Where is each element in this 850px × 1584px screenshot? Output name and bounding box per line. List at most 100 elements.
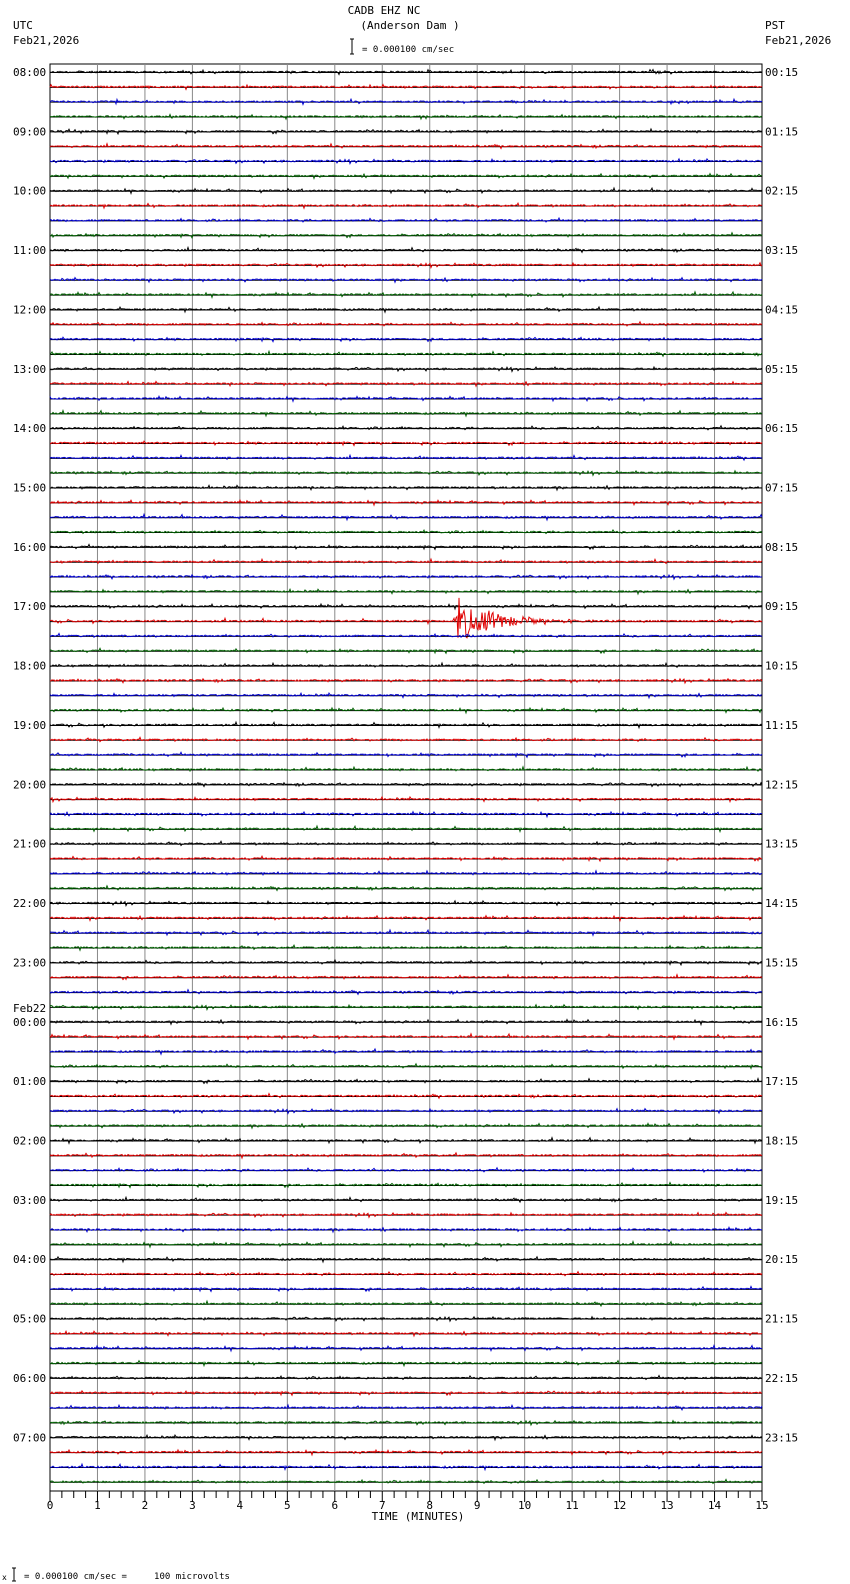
seismic-trace (49, 1403, 763, 1411)
seismic-trace (49, 988, 763, 996)
scale-bar-icon (350, 38, 354, 55)
pst-hour-label: 17:15 (765, 1075, 798, 1088)
left-date: Feb21,2026 (13, 34, 79, 47)
seismic-trace (49, 1062, 763, 1070)
seismic-trace (49, 1136, 763, 1145)
traces (49, 68, 763, 1485)
right-timezone: PST (765, 19, 785, 32)
pst-hour-label: 05:15 (765, 363, 798, 376)
seismic-trace (49, 1003, 763, 1011)
plot-frame (49, 63, 763, 1492)
pst-hour-label: 13:15 (765, 838, 798, 851)
seismic-trace (49, 824, 763, 834)
seismic-trace (49, 1255, 763, 1264)
pst-hour-label: 16:15 (765, 1016, 798, 1029)
utc-hour-label: 12:00 (13, 303, 46, 316)
seismic-trace (49, 498, 763, 507)
x-tick-label: 0 (47, 1499, 54, 1512)
utc-hour-label: 23:00 (13, 956, 46, 969)
seismic-trace (49, 142, 763, 150)
utc-hour-label: 22:00 (13, 897, 46, 910)
utc-hour-label: 17:00 (13, 600, 46, 613)
seismic-trace (49, 202, 763, 210)
station-title: CADB EHZ NC (348, 4, 421, 17)
x-tick-label: 9 (474, 1499, 481, 1512)
pst-hour-label: 06:15 (765, 422, 798, 435)
utc-hour-label: 02:00 (13, 1134, 46, 1147)
pst-hour-label: 22:15 (765, 1372, 798, 1385)
seismic-trace (49, 1448, 763, 1457)
seismic-trace (49, 261, 763, 269)
seismic-trace (49, 720, 763, 730)
seismic-trace (50, 68, 763, 76)
seismic-trace (49, 691, 763, 700)
seismic-trace (49, 543, 763, 551)
utc-hour-label: 20:00 (13, 778, 46, 791)
seismic-trace (49, 597, 763, 639)
utc-hour-label: 01:00 (13, 1075, 46, 1088)
footer-mark: x (2, 1573, 7, 1582)
x-tick-label: 15 (755, 1499, 768, 1512)
seismic-trace (49, 512, 763, 522)
seismic-trace (50, 1433, 763, 1442)
right-date: Feb21,2026 (765, 34, 831, 47)
x-tick-label: 13 (660, 1499, 673, 1512)
pst-hour-label: 02:15 (765, 185, 798, 198)
utc-hour-label: 09:00 (13, 125, 46, 138)
pst-hour-label: 04:15 (765, 303, 798, 316)
pst-hour-label: 21:15 (765, 1313, 798, 1326)
seismic-trace (49, 186, 763, 196)
seismic-trace (49, 557, 763, 565)
seismic-trace (49, 928, 763, 937)
x-tick-label: 4 (237, 1499, 244, 1512)
pst-hour-label: 23:15 (765, 1431, 798, 1444)
seismic-trace (49, 453, 763, 462)
station-location: (Anderson Dam ) (360, 19, 459, 32)
utc-hour-label: 16:00 (13, 541, 46, 554)
seismic-trace (49, 320, 763, 327)
pst-hour-label: 08:15 (765, 541, 798, 554)
utc-hour-label: 06:00 (13, 1372, 46, 1385)
utc-hour-label: 14:00 (13, 422, 46, 435)
seismic-trace (49, 1077, 763, 1085)
seismic-trace (49, 409, 763, 418)
seismic-trace (50, 677, 763, 685)
seismic-trace (49, 840, 763, 847)
seismic-trace (49, 1270, 763, 1277)
seismic-trace (49, 1032, 763, 1041)
footer-scale-bar-icon (12, 1567, 16, 1582)
utc-hour-label: 13:00 (13, 363, 46, 376)
seismic-trace (49, 1092, 763, 1100)
pst-hour-label: 11:15 (765, 719, 798, 732)
footer-scale-text: = 0.000100 cm/sec = 100 microvolts (24, 1572, 230, 1582)
pst-hour-label: 07:15 (765, 482, 798, 495)
pst-hour-label: 09:15 (765, 600, 798, 613)
pst-hour-label: 19:15 (765, 1194, 798, 1207)
seismic-trace (49, 1343, 763, 1353)
seismic-trace (49, 1107, 763, 1115)
seismic-trace (49, 884, 763, 892)
seismic-trace (49, 349, 763, 358)
seismic-trace (49, 736, 763, 743)
utc-hour-label: 07:00 (13, 1431, 46, 1444)
date-change-label: Feb22 (13, 1002, 46, 1015)
x-tick-label: 1 (94, 1499, 101, 1512)
pst-hour-label: 15:15 (765, 956, 798, 969)
seismic-trace (49, 305, 763, 314)
utc-hour-label: 15:00 (13, 482, 46, 495)
pst-hour-label: 03:15 (765, 244, 798, 257)
seismic-trace (49, 484, 763, 492)
pst-hour-label: 01:15 (765, 125, 798, 138)
seismic-trace (49, 1359, 763, 1368)
seismic-trace (49, 1240, 763, 1249)
seismic-trace (49, 231, 763, 240)
utc-hour-label: 10:00 (13, 185, 46, 198)
x-tick-label: 10 (518, 1499, 531, 1512)
seismic-trace (49, 1330, 763, 1338)
x-tick-label: 5 (284, 1499, 291, 1512)
pst-hour-label: 00:15 (765, 66, 798, 79)
seismic-trace (49, 1285, 763, 1293)
seismic-trace (49, 973, 763, 981)
x-axis: 0 1 2 3 4 5 6 7 8 9 10 11 12 13 14 15 (47, 1491, 769, 1512)
x-tick-label: 14 (708, 1499, 722, 1512)
